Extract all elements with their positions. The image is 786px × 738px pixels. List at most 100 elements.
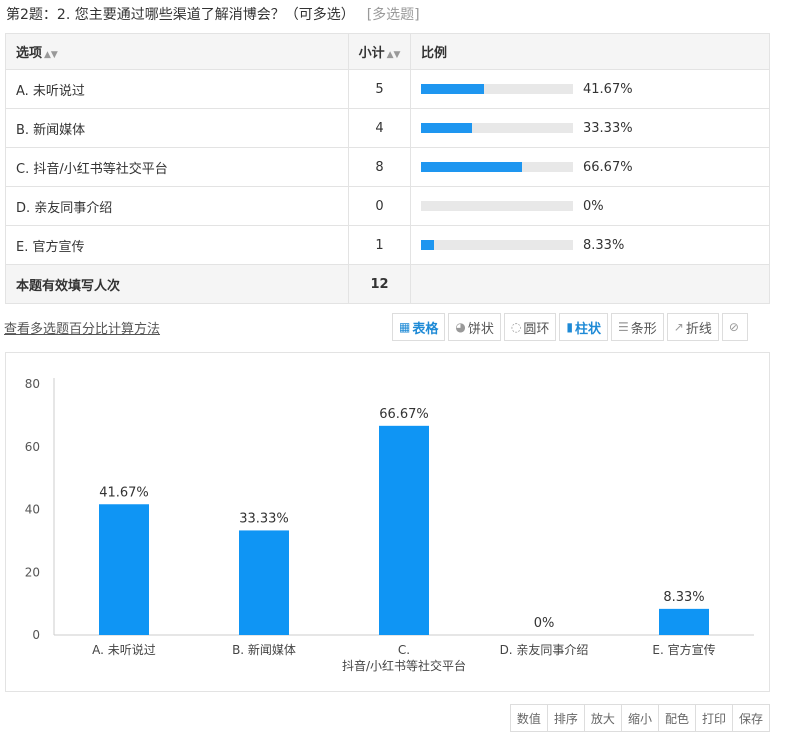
option-ratio: 8.33% [410,225,770,265]
option-count: 8 [348,147,411,187]
option-ratio: 0% [410,186,770,226]
option-label: E. 官方宣传 [5,225,349,265]
view-tab-label: 表格 [412,321,439,337]
option-count: 1 [348,225,411,265]
data-label: 33.33% [239,511,289,526]
y-tick-label: 40 [25,503,40,517]
view-tab-label: 饼状 [467,321,494,337]
view-tab-line-chart[interactable]: ↗ 折线 [666,313,719,341]
table-total-row: 本题有效填写人次 12 [5,264,770,304]
bar [659,608,709,635]
hbar-icon: ☰ [617,320,629,334]
bar-chart-icon: ▮ [566,320,573,334]
bar [99,504,149,635]
sort-updown-icon[interactable]: ▲▼ [44,50,58,60]
view-tab-label: 折线 [685,321,712,337]
bar [239,530,289,635]
table-row: C. 抖音/小红书等社交平台 8 66.67% [5,147,770,187]
calc-method-link[interactable]: 查看多选题百分比计算方法 [4,318,160,337]
x-tick-label: C. [398,643,410,657]
option-label: C. 抖音/小红书等社交平台 [5,147,349,187]
view-tab-label: 柱状 [574,321,601,337]
x-tick-label: B. 新闻媒体 [232,642,296,657]
view-tab-hbar[interactable]: ☰ 条形 [610,313,664,341]
option-ratio: 66.67% [410,147,770,187]
table-row: A. 未听说过 5 41.67% [5,69,770,109]
x-tick-label: D. 亲友同事介绍 [500,643,589,657]
chart-tool-button[interactable]: 打印 [694,704,733,732]
x-tick-label: A. 未听说过 [92,642,156,657]
y-tick-label: 0 [32,628,40,642]
disable-icon: ⊘ [728,320,739,334]
line-chart-icon: ↗ [673,320,684,334]
ratio-bar-track [421,123,573,133]
table-row: D. 亲友同事介绍 0 0% [5,186,770,226]
ratio-percent: 66.67% [583,159,633,175]
ratio-percent: 33.33% [583,120,633,136]
table-row: B. 新闻媒体 4 33.33% [5,108,770,148]
option-label: D. 亲友同事介绍 [5,186,349,226]
table-icon: ▦ [399,320,411,334]
ratio-percent: 0% [583,198,604,214]
chart-tool-button[interactable]: 保存 [731,704,770,732]
bar [379,425,429,635]
total-count: 12 [348,264,411,304]
data-label: 41.67% [99,485,149,500]
ratio-bar-fill [421,84,485,94]
results-table: 选项 ▲▼ 小计 ▲▼ 比例 A. 未听说过 5 41.67% B. 新闻媒体 4 33.33… [5,33,770,304]
view-tab-label: 条形 [630,321,657,337]
total-empty [410,264,770,304]
view-tab-pie[interactable]: ◕ 饼状 [448,313,501,341]
ratio-bar-track [421,240,573,250]
ratio-bar-track [421,84,573,94]
chart-tool-button[interactable]: 排序 [546,704,585,732]
question-text: 第2题：2. 您主要通过哪些渠道了解消博会？（可多选） [6,7,355,23]
y-tick-label: 20 [25,565,40,579]
chart-tool-button[interactable]: 缩小 [620,704,659,732]
view-tab-bar-chart[interactable]: ▮ 柱状 [559,313,608,341]
view-tab-disable[interactable]: ⊘ [721,313,748,341]
header-count[interactable]: 小计 ▲▼ [348,33,411,70]
bar-chart: 0 20 40 60 80 41.67% A. 未听说过 33.33% B. 新闻媒体 66.67… [5,352,770,692]
chart-view-tabs: ▦ 表格 ◕ 饼状 ◌ 圆环 ▮ 柱状 ☰ 条形 ↗ 折线 ⊘ [392,313,751,341]
option-label: A. 未听说过 [5,69,349,109]
option-count: 4 [348,108,411,148]
y-tick-label: 80 [25,377,40,391]
table-header-row: 选项 ▲▼ 小计 ▲▼ 比例 [5,33,770,70]
question-title: 第2题：2. 您主要通过哪些渠道了解消博会？（可多选） [多选题] [6,4,420,24]
ratio-bar-track [421,201,573,211]
chart-toolbar: 数值 排序 放大 缩小 配色 打印 保存 [509,704,770,732]
sort-updown-icon[interactable]: ▲▼ [387,50,401,60]
option-ratio: 33.33% [410,108,770,148]
option-count: 5 [348,69,411,109]
ratio-bar-track [421,162,573,172]
data-label: 0% [534,616,555,631]
x-tick-label: 抖音/小红书等社交平台 [342,658,466,673]
y-tick-label: 60 [25,440,40,454]
option-ratio: 41.67% [410,69,770,109]
data-label: 66.67% [379,407,429,422]
ratio-percent: 41.67% [583,81,633,97]
question-type-tag: [多选题] [366,7,420,23]
option-label: B. 新闻媒体 [5,108,349,148]
ring-icon: ◌ [510,320,522,334]
pie-icon: ◕ [455,320,466,334]
chart-tool-button[interactable]: 配色 [657,704,696,732]
header-option[interactable]: 选项 ▲▼ [5,33,349,70]
x-tick-label: E. 官方宣传 [652,642,715,657]
bar-chart-svg: 0 20 40 60 80 41.67% A. 未听说过 33.33% B. 新闻媒体 66.67… [25,377,754,673]
view-tab-ring[interactable]: ◌ 圆环 [503,313,557,341]
data-label: 8.33% [663,590,704,605]
total-label: 本题有效填写人次 [5,264,349,304]
ratio-bar-fill [421,123,472,133]
view-tab-table[interactable]: ▦ 表格 [392,313,446,341]
chart-tool-button[interactable]: 放大 [583,704,622,732]
header-ratio: 比例 [410,33,770,70]
view-tab-label: 圆环 [523,321,550,337]
ratio-bar-fill [421,162,523,172]
option-count: 0 [348,186,411,226]
ratio-bar-fill [421,240,434,250]
table-row: E. 官方宣传 1 8.33% [5,225,770,265]
chart-tool-button[interactable]: 数值 [509,704,548,732]
ratio-percent: 8.33% [583,237,625,253]
